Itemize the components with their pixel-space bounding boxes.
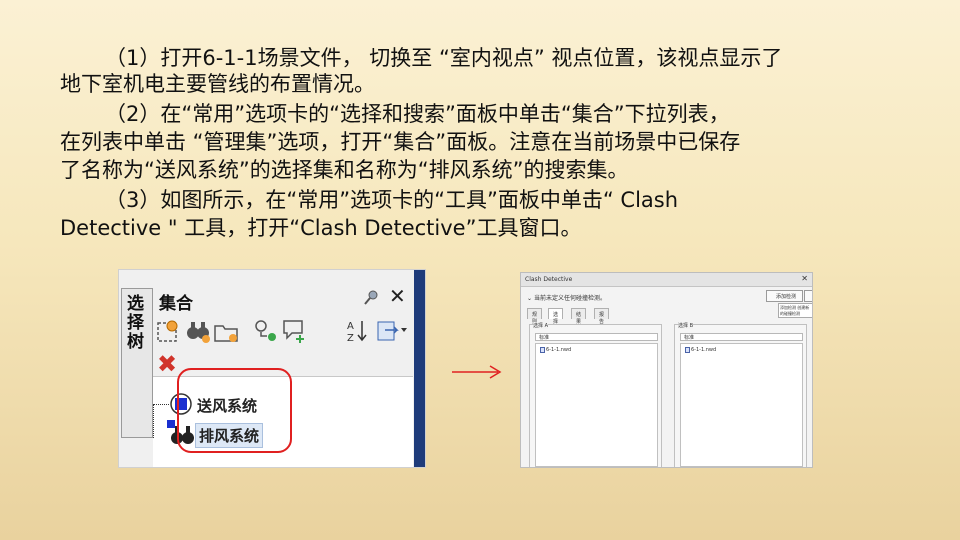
save-selection-icon[interactable] xyxy=(155,318,181,344)
file-icon xyxy=(540,347,545,353)
highlight-oval xyxy=(177,368,292,453)
sets-panel-title: 集合 xyxy=(159,294,193,314)
paragraph-2-line-3: 了名称为“送风系统”的选择集和名称为“排风系统”的搜索集。 xyxy=(60,158,629,182)
selection-a-file[interactable]: 6-1-1.nwd xyxy=(540,347,571,353)
paragraph-3-line-1: （3）如图所示，在“常用”选项卡的“工具”面板中单击“ Clash xyxy=(105,188,679,212)
paragraph-3-line-2: Detective " 工具，打开“Clash Detective”工具窗口。 xyxy=(60,216,582,240)
selection-a-pane: 选择 A 标准 6-1-1.nwd xyxy=(529,322,662,467)
svg-text:A: A xyxy=(347,321,354,332)
viewport-edge xyxy=(414,270,425,467)
selection-b-pane: 选择 B 标准 6-1-1.nwd xyxy=(674,322,807,467)
selection-a-mode-dropdown[interactable]: 标准 xyxy=(535,333,658,341)
collapse-chevron-icon[interactable]: ⌄ xyxy=(527,295,532,302)
import-export-dropdown-icon[interactable] xyxy=(375,318,409,344)
add-test-tooltip: 添加检测 创建新的碰撞检测 xyxy=(778,303,812,318)
selection-tree-tab[interactable]: 选择树 xyxy=(121,288,153,438)
selection-b-tree: 6-1-1.nwd xyxy=(680,343,803,467)
clash-window-title: Clash Detective xyxy=(525,276,573,283)
new-folder-icon[interactable] xyxy=(213,318,239,344)
add-test-button[interactable]: 添加检测 xyxy=(766,290,803,302)
paragraph-1-line-1: （1）打开6-1-1场景文件， 切换至 “室内视点” 视点位置，该视点显示了 xyxy=(105,46,783,70)
paragraph-2-line-2: 在列表中单击 “管理集”选项，打开“集合”面板。注意在当前场景中已保存 xyxy=(60,130,741,154)
tab-results[interactable]: 结果 xyxy=(571,308,587,325)
options-icon[interactable] xyxy=(804,290,812,302)
close-icon[interactable]: ✕ xyxy=(389,284,406,308)
selection-a-label: 选择 A xyxy=(533,322,549,329)
save-search-binoculars-icon[interactable] xyxy=(185,318,211,344)
arrow-icon xyxy=(452,365,502,379)
duplicate-icon[interactable] xyxy=(253,318,279,344)
delete-icon[interactable]: ✖ xyxy=(157,350,177,378)
sets-toolbar: A Z xyxy=(155,318,425,348)
clash-detective-screenshot: Clash Detective ✕ ⌄ 当前未定义任何碰撞检测。 添加检测 添加… xyxy=(520,272,813,468)
clash-window-close-icon[interactable]: ✕ xyxy=(801,274,808,283)
clash-window-titlebar: Clash Detective ✕ xyxy=(521,273,812,287)
pin-icon[interactable] xyxy=(362,288,382,308)
selection-b-mode-dropdown[interactable]: 标准 xyxy=(680,333,803,341)
add-comment-icon[interactable] xyxy=(281,318,307,344)
clash-status-text: ⌄ 当前未定义任何碰撞检测。 xyxy=(527,295,606,302)
paragraph-2-line-1: （2）在“常用”选项卡的“选择和搜索”面板中单击“集合”下拉列表， xyxy=(105,102,730,126)
tab-rules[interactable]: 规则 xyxy=(527,308,543,325)
tab-select[interactable]: 选择 xyxy=(548,308,564,325)
tab-report[interactable]: 报告 xyxy=(594,308,610,325)
selection-b-label: 选择 B xyxy=(678,322,694,329)
sort-az-icon[interactable]: A Z xyxy=(345,318,371,344)
selection-tree-tab-label: 选择树 xyxy=(127,294,144,352)
file-icon xyxy=(685,347,690,353)
selection-b-file[interactable]: 6-1-1.nwd xyxy=(685,347,716,353)
selection-a-tree: 6-1-1.nwd xyxy=(535,343,658,467)
svg-text:Z: Z xyxy=(347,333,354,344)
paragraph-1-line-2: 地下室机电主要管线的布置情况。 xyxy=(60,72,375,96)
